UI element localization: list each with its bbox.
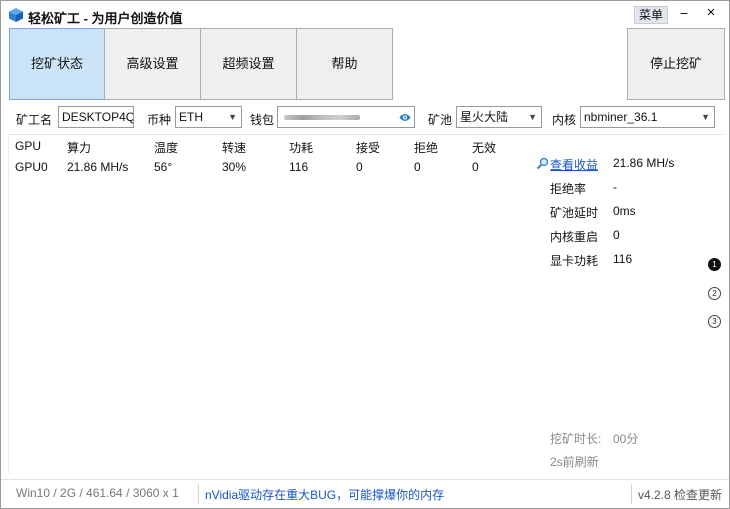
gpu-header-temp: 温度 [154,141,179,155]
gpu-header-invalid: 无效 [472,141,497,155]
cube-app-icon [9,8,23,22]
main-window: 轻松矿工 - 为用户创造价值 菜单 − × 挖矿状态 高级设置 超频设置 帮助 … [0,0,730,509]
gpu-header-fan: 转速 [222,141,247,155]
gpu-power-value: 116 [613,252,633,266]
gpu-header-power: 功耗 [289,141,314,155]
page-indicator-3[interactable]: 3 [708,315,721,328]
stop-mining-button[interactable]: 停止挖矿 [627,28,725,100]
version-check-update[interactable]: v4.2.8 检查更新 [638,486,722,503]
refresh-status: 2s前刷新 [550,455,599,469]
gpu-cell-name: GPU0 [15,160,48,174]
pool-latency-value: 0ms [613,204,636,218]
gpu-header-accepted: 接受 [356,141,381,155]
view-earnings-link[interactable]: 查看收益 [550,156,598,173]
pool-label: 矿池 [428,113,453,127]
mining-time-value: 00分 [613,432,639,446]
wallet-redacted-blur [284,115,360,120]
gpu-cell-invalid: 0 [472,160,479,174]
gpu-cell-fan: 30% [222,160,247,174]
coin-select-value: ETH [179,110,203,124]
chevron-down-icon: ▼ [701,112,710,122]
driver-notice-link[interactable]: nVidia驱动存在重大BUG，可能撑爆你的内存 [205,486,444,503]
pool-select-value: 星火大陆 [460,110,509,124]
gpu-cell-power: 116 [289,160,309,174]
gpu-cell-temp: 56° [154,160,173,174]
gpu-header-gpu: GPU [15,139,42,153]
gpu-header-rejected: 拒绝 [414,141,439,155]
tab-help[interactable]: 帮助 [296,28,393,100]
tab-advanced-settings[interactable]: 高级设置 [104,28,201,100]
gpu-cell-hashrate: 21.86 MH/s [67,160,129,174]
gpu-power-label: 显卡功耗 [550,254,599,268]
menu-button[interactable]: 菜单 [634,6,668,24]
tab-mining-status[interactable]: 挖矿状态 [9,28,105,100]
close-icon[interactable]: × [701,3,721,23]
gpu-cell-accepted: 0 [356,160,363,174]
search-icon[interactable] [536,157,549,170]
app-title: 轻松矿工 - 为用户创造价值 [28,11,183,26]
kernel-label: 内核 [552,113,577,127]
gpu-header-hashrate: 算力 [67,141,92,155]
kernel-restart-value: 0 [613,228,620,242]
status-bar: Win10 / 2G / 461.64 / 3060 x 1 nVidia驱动存… [1,479,729,509]
tab-overclock-settings[interactable]: 超频设置 [200,28,297,100]
worker-name-input[interactable]: DESKTOP4QI [58,106,134,128]
status-divider [198,484,199,504]
title-bar[interactable]: 轻松矿工 - 为用户创造价值 菜单 − × [1,1,729,29]
kernel-select[interactable]: nbminer_36.1 ▼ [580,106,715,128]
wallet-label: 钱包 [250,113,275,127]
gpu-cell-rejected: 0 [414,160,421,174]
kernel-select-value: nbminer_36.1 [584,110,658,124]
coin-label: 币种 [147,113,172,127]
reject-rate-value: - [613,180,617,194]
chevron-down-icon: ▼ [228,112,237,122]
coin-select[interactable]: ETH ▼ [175,106,242,128]
system-info: Win10 / 2G / 461.64 / 3060 x 1 [16,486,179,500]
pool-select[interactable]: 星火大陆 ▼ [456,106,542,128]
chevron-down-icon: ▼ [528,112,537,122]
pool-latency-label: 矿池延时 [550,206,599,220]
reject-rate-label: 拒绝率 [550,182,587,196]
total-hashrate-value: 21.86 MH/s [613,156,675,170]
eye-icon[interactable] [399,113,411,122]
worker-name-label: 矿工名 [16,113,53,127]
minimize-icon[interactable]: − [676,3,692,23]
wallet-input[interactable] [277,106,415,128]
kernel-restart-label: 内核重启 [550,230,599,244]
mining-time-label: 挖矿时长: [550,432,602,446]
page-indicator-2[interactable]: 2 [708,287,721,300]
status-divider [631,484,632,504]
page-indicator-1[interactable]: 1 [708,258,721,271]
